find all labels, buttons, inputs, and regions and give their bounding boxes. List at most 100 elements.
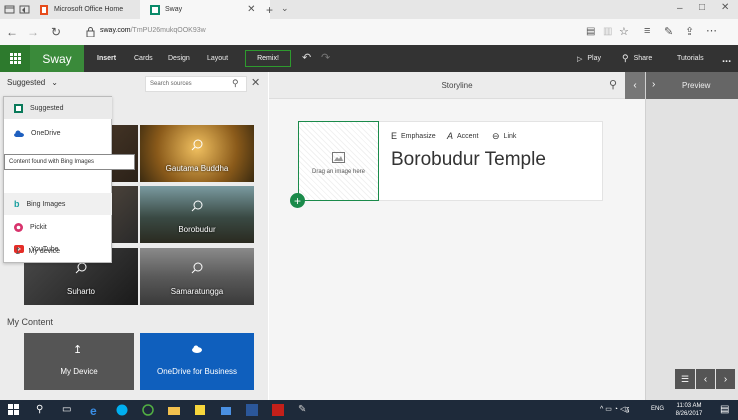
content-pane: Suggested ⌄ Search sources ⚲ ✕ Gautama B…: [0, 72, 268, 400]
my-device-label: My Device: [60, 367, 98, 376]
play-button[interactable]: ▷ Play: [577, 45, 601, 72]
remix-button[interactable]: Remix!: [245, 50, 291, 67]
share-button[interactable]: ⚲ Share: [622, 45, 652, 72]
accent-label: Accent: [457, 132, 479, 140]
link-label: Link: [503, 133, 517, 140]
onedrive-icon: [14, 130, 24, 137]
menu-insert[interactable]: Insert: [97, 45, 116, 72]
more-icon[interactable]: ⋯: [706, 24, 717, 37]
my-content-heading: My Content: [7, 317, 54, 327]
word-icon[interactable]: [246, 404, 258, 416]
cortana-search-icon[interactable]: ⚲: [36, 404, 48, 416]
reading-view-icon[interactable]: ▤: [586, 26, 595, 37]
tab-manager-icon[interactable]: [4, 4, 15, 15]
onedrive-business-label: OneDrive for Business: [156, 367, 238, 376]
clock[interactable]: 11:03 AM 8/26/2017: [669, 402, 709, 418]
close-pane-icon[interactable]: ✕: [251, 76, 260, 89]
url-field[interactable]: sway.com/TmPU26mukqOOK93w: [100, 27, 206, 34]
undo-icon[interactable]: ↶: [302, 51, 311, 64]
dropdown-item-suggested[interactable]: Suggested: [4, 97, 112, 119]
menu-layout[interactable]: Layout: [207, 45, 228, 72]
tile-search-icon: [191, 262, 203, 274]
menu-design[interactable]: Design: [168, 45, 190, 72]
link-button[interactable]: ⊖ Link: [492, 131, 516, 142]
clock-date: 8/26/2017: [675, 411, 703, 417]
minimize-icon[interactable]: –: [677, 3, 683, 14]
office-logo-icon: [39, 4, 49, 15]
search-input[interactable]: Search sources ⚲: [145, 76, 247, 92]
web-note-icon[interactable]: ✎: [664, 25, 673, 38]
storyline-search-icon[interactable]: ⚲: [609, 78, 617, 91]
card-heading[interactable]: Borobudur Temple: [391, 149, 546, 171]
share-label: Share: [633, 55, 653, 62]
dropdown-item-pickit[interactable]: Pickit: [4, 216, 112, 238]
skype-icon[interactable]: [116, 404, 128, 416]
tutorials-button[interactable]: Tutorials: [677, 45, 704, 72]
source-selector[interactable]: Suggested ⌄: [7, 78, 58, 87]
dropdown-item-my-device[interactable]: ↥ My device: [4, 240, 111, 262]
tray-icons[interactable]: ^ ▭ ◔ ◁ʓ: [600, 405, 629, 413]
bing-icon: b: [14, 199, 20, 209]
address-bar-row: ← → ↻ sway.com/TmPU26mukqOOK93w ▤ ▥ ☆ ≡ …: [0, 19, 738, 46]
language-indicator[interactable]: ENG: [651, 406, 664, 412]
sticky-notes-icon[interactable]: [194, 404, 206, 416]
action-center-icon[interactable]: ▤: [720, 404, 729, 415]
tab-sway[interactable]: Sway ✕: [140, 0, 270, 19]
url-domain: sway.com: [100, 27, 131, 34]
emphasize-button[interactable]: E Emphasize: [391, 131, 436, 141]
new-tab-icon[interactable]: +: [266, 3, 273, 17]
menu-cards[interactable]: Cards: [134, 45, 153, 72]
image-drop-zone[interactable]: Drag an image here: [298, 121, 379, 201]
share-person-icon: ⚲: [622, 53, 629, 63]
storyline-header: Storyline ⚲: [269, 72, 645, 99]
set-aside-tabs-icon[interactable]: [19, 4, 30, 15]
my-device-tile[interactable]: ↥ My Device: [24, 333, 134, 390]
close-window-icon[interactable]: ✕: [721, 2, 729, 13]
task-view-icon[interactable]: ▭: [62, 404, 74, 416]
add-card-icon[interactable]: +: [290, 193, 305, 208]
preview-next-icon[interactable]: ›: [716, 369, 735, 389]
favorite-star-icon[interactable]: ☆: [619, 25, 629, 38]
store-icon[interactable]: [220, 404, 232, 416]
xbox-icon[interactable]: [142, 404, 154, 416]
app-launcher-icon[interactable]: [0, 45, 30, 72]
reader-book-icon[interactable]: ▥: [603, 26, 612, 37]
tab-title: Sway: [165, 6, 183, 13]
dropdown-item-onedrive[interactable]: OneDrive: [4, 122, 112, 144]
acrobat-icon[interactable]: [272, 404, 284, 416]
search-placeholder: Search sources: [150, 81, 192, 87]
windows-start-icon[interactable]: [8, 404, 20, 416]
refresh-icon[interactable]: ↻: [47, 23, 65, 41]
file-explorer-icon[interactable]: [168, 404, 180, 416]
expand-preview-icon[interactable]: ›: [652, 79, 655, 90]
share-icon[interactable]: ⇪: [685, 25, 694, 38]
redo-icon[interactable]: ↷: [321, 51, 330, 64]
emphasize-label: Emphasize: [401, 132, 436, 140]
tile-search-icon: [191, 139, 203, 151]
storyline-title: Storyline: [441, 81, 473, 90]
windows-taskbar: ⚲ ▭ e ✎ ^ ▭ ◔ ◁ʓ ENG 11:03 AM 8/26/2017 …: [0, 400, 738, 420]
image-tile-borobudur[interactable]: Borobudur: [140, 186, 254, 243]
hub-icon[interactable]: ≡: [644, 25, 650, 37]
forward-icon[interactable]: →: [24, 23, 42, 41]
tab-office-home[interactable]: Microsoft Office Home: [35, 0, 141, 19]
image-tile-gautama-buddha[interactable]: Gautama Buddha: [140, 125, 254, 182]
accent-button[interactable]: A Accent: [447, 131, 478, 141]
search-icon[interactable]: ⚲: [232, 78, 239, 89]
more-options-icon[interactable]: ...: [722, 45, 731, 72]
image-tile-samaratungga[interactable]: Samaratungga: [140, 248, 254, 305]
edge-icon[interactable]: e: [90, 404, 102, 418]
navigation-list-icon[interactable]: ☰: [675, 369, 695, 389]
tab-preview-chevron-icon[interactable]: ⌄: [281, 3, 289, 14]
onedrive-business-tile[interactable]: OneDrive for Business: [140, 333, 254, 390]
paint-icon[interactable]: ✎: [298, 404, 310, 416]
close-tab-icon[interactable]: ✕: [247, 4, 255, 15]
tile-label: Borobudur: [178, 225, 216, 234]
maximize-icon[interactable]: □: [699, 2, 705, 13]
back-icon[interactable]: ←: [3, 23, 21, 41]
url-path: /TmPU26mukqOOK93w: [130, 27, 206, 34]
dropdown-item-bing-images[interactable]: b Bing Images: [4, 193, 112, 215]
collapse-left-icon[interactable]: ‹: [625, 72, 645, 99]
heading-card[interactable]: Drag an image here + E Emphasize A Accen…: [290, 121, 603, 208]
preview-prev-icon[interactable]: ‹: [696, 369, 715, 389]
